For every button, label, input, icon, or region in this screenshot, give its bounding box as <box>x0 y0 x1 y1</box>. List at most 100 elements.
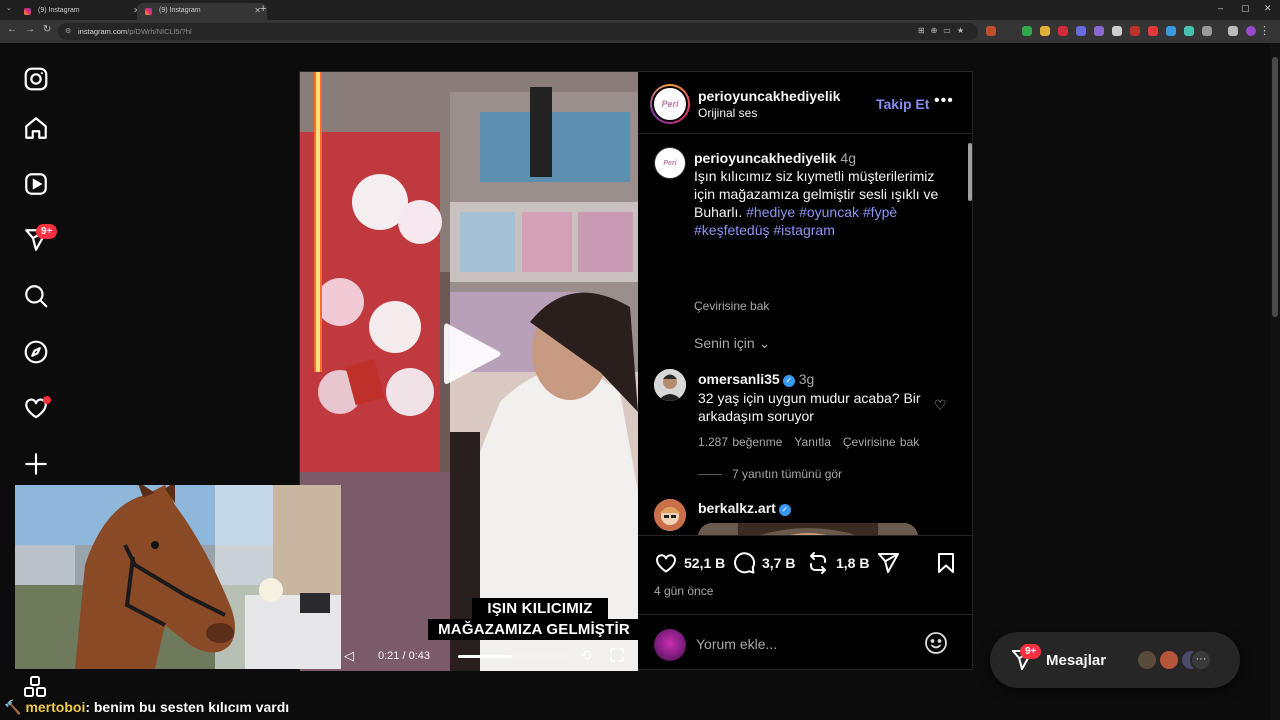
fullscreen-icon[interactable] <box>610 648 624 662</box>
repost-icon <box>810 552 826 574</box>
view-replies-label: 7 yanıtın tümünü gör <box>732 467 843 481</box>
stream-chat-message: 🔨 mertoboi: benim bu sesten kılıcım vardı <box>4 699 289 716</box>
commenter-avatar[interactable] <box>654 369 686 401</box>
heart-icon <box>656 554 676 573</box>
save-button[interactable] <box>934 551 958 575</box>
messages-label: Mesajlar <box>1046 652 1107 669</box>
comments-section: Peri perioyuncakhediyelik 4g Işın kılıcım… <box>638 135 974 535</box>
comment-gif-image[interactable] <box>698 523 918 535</box>
share-button[interactable] <box>876 551 900 575</box>
caption-author-avatar[interactable]: Peri <box>654 147 686 179</box>
caption: perioyuncakhediyelik 4g Işın kılıcımız si… <box>694 149 946 239</box>
extension-icon[interactable] <box>986 26 996 36</box>
reading-list-icon[interactable] <box>1228 26 1238 36</box>
like-button[interactable]: 52,1 B <box>654 551 725 575</box>
new-tab-icon[interactable]: + <box>260 3 266 15</box>
scrollbar-thumb[interactable] <box>1272 57 1278 317</box>
reel-video[interactable]: IŞIN KILICIMIZ MAĞAZAMIZA GELMİŞTİR ◁ 0:… <box>300 72 638 671</box>
instagram-favicon-icon <box>24 8 31 15</box>
forward-icon[interactable]: → <box>25 24 35 35</box>
maximize-icon[interactable]: ▢ <box>1241 3 1250 14</box>
webcam-overlay <box>15 485 341 669</box>
more-options-icon[interactable]: ••• <box>934 92 954 110</box>
post-date[interactable]: 4 gün önce <box>654 584 713 598</box>
author-avatar[interactable]: Peri <box>650 84 690 124</box>
video-subtitle-line-1: IŞIN KILICIMIZ <box>472 598 608 619</box>
messages-drawer-button[interactable]: 9+ Mesajlar ··· <box>990 632 1240 688</box>
home-icon[interactable] <box>22 114 50 142</box>
tab-search-icon[interactable]: ⌄ <box>6 4 12 12</box>
avatar-logo-text: Peri <box>652 86 688 122</box>
video-controls: ◁ 0:21 / 0:43 ⟲ <box>300 642 638 670</box>
video-progress-bar[interactable] <box>458 655 568 658</box>
commenter-username[interactable]: omersanli35 <box>698 371 780 387</box>
browser-toolbar: ← → ↻ ⚙ instagram.com/p/DWrh/NICLl5/?hl … <box>0 20 1280 43</box>
share-icon <box>878 553 899 573</box>
reels-icon[interactable] <box>22 170 50 198</box>
reload-icon[interactable]: ↻ <box>43 24 51 35</box>
address-bar[interactable]: ⚙ instagram.com/p/DWrh/NICLl5/?hl ⊞⊕▭★ <box>58 23 978 40</box>
current-user-avatar <box>654 629 686 661</box>
extension-icon[interactable] <box>1094 26 1104 36</box>
browser-tab-bar: ⌄ (9) Instagram ✕ (9) Instagram ✕ + – ▢ … <box>0 0 1280 20</box>
comments-scrollbar-thumb[interactable] <box>968 143 972 201</box>
extension-icon[interactable] <box>1166 26 1176 36</box>
explore-icon[interactable] <box>22 338 50 366</box>
comment-input[interactable] <box>696 633 916 655</box>
comments-scrollbar[interactable] <box>968 143 972 535</box>
chat-nick: mertoboi <box>25 699 86 715</box>
commenter-avatar[interactable] <box>654 499 686 531</box>
author-username[interactable]: perioyuncakhediyelik <box>698 88 840 104</box>
extension-icon[interactable] <box>1022 26 1032 36</box>
comment-likes[interactable]: 1.287 beğenme <box>698 435 782 449</box>
address-bar-actions[interactable]: ⊞⊕▭★ <box>918 26 970 35</box>
tab-title: (9) Instagram <box>38 7 80 14</box>
view-replies-button[interactable]: 7 yanıtın tümünü gör <box>698 467 842 481</box>
video-progress-fill <box>458 655 512 658</box>
site-info-icon[interactable]: ⚙ <box>65 27 71 35</box>
play-icon[interactable] <box>440 320 504 388</box>
repost-button[interactable]: 1,8 B <box>806 551 869 575</box>
close-window-icon[interactable]: ✕ <box>1264 3 1272 14</box>
back-icon[interactable]: ← <box>7 24 17 35</box>
instagram-logo-icon[interactable] <box>22 65 50 93</box>
comment-header: omersanli35 ✓ 3g <box>698 371 814 387</box>
like-comment-icon[interactable]: ♡ <box>934 397 947 414</box>
bookmark-icon <box>938 553 954 573</box>
more-menu-icon[interactable] <box>24 676 46 698</box>
search-icon[interactable] <box>22 282 50 310</box>
comment-sort-label: Senin için <box>694 335 755 351</box>
reposts-count: 1,8 B <box>836 555 870 571</box>
post-modal: IŞIN KILICIMIZ MAĞAZAMIZA GELMİŞTİR ◁ 0:… <box>299 71 974 671</box>
extension-icon[interactable] <box>1130 26 1140 36</box>
page-scrollbar[interactable] <box>1270 43 1280 720</box>
comment-button[interactable]: 3,7 B <box>732 551 795 575</box>
profile-avatar-icon[interactable] <box>1246 26 1256 36</box>
extension-icon[interactable] <box>1058 26 1068 36</box>
browser-tab-active[interactable]: (9) Instagram ✕ <box>137 3 267 20</box>
see-translation-link[interactable]: Çevirisine bak <box>694 299 769 313</box>
extension-icon[interactable] <box>1040 26 1050 36</box>
follow-button[interactable]: Takip Et <box>876 96 929 112</box>
browser-tab[interactable]: (9) Instagram ✕ <box>16 3 146 20</box>
browser-menu-icon[interactable]: ⋮ <box>1259 24 1270 37</box>
url-host: instagram.com <box>78 27 128 36</box>
create-icon[interactable] <box>22 450 50 478</box>
audio-label[interactable]: Orijinal ses <box>698 106 757 120</box>
minimize-icon[interactable]: – <box>1218 3 1223 13</box>
emoji-icon[interactable] <box>924 631 948 655</box>
extension-icon[interactable] <box>1112 26 1122 36</box>
extension-icon[interactable] <box>1076 26 1086 36</box>
caption-username[interactable]: perioyuncakhediyelik <box>694 150 836 166</box>
extensions-puzzle-icon[interactable] <box>1202 26 1212 36</box>
post-actions: 52,1 B 3,7 B 1,8 B 4 gün önce <box>638 535 974 671</box>
extension-icon[interactable] <box>1184 26 1194 36</box>
loop-icon[interactable]: ⟲ <box>580 647 592 664</box>
commenter-username[interactable]: berkalkz.art <box>698 500 776 516</box>
reply-button[interactable]: Yanıtla <box>794 435 830 449</box>
extension-icon[interactable] <box>1148 26 1158 36</box>
chat-message-text: : benim bu sesten kılıcım vardı <box>85 699 290 715</box>
comment-translate-link[interactable]: Çevirisine bak <box>843 435 919 449</box>
comment-sort-dropdown[interactable]: Senin için ⌄ <box>694 335 770 352</box>
volume-icon[interactable]: ◁ <box>344 648 354 664</box>
